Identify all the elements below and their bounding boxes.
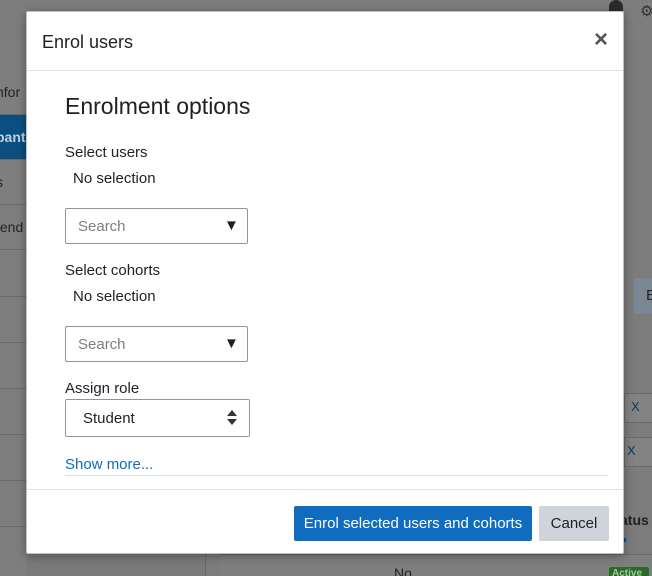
assign-role-label: Assign role [65,380,140,397]
dialog-header: Enrol users × [27,12,623,71]
select-cohorts-selection: No selection [73,288,156,305]
background-button: E [634,278,652,314]
select-users-search-input[interactable] [66,209,216,243]
select-users-autocomplete: ▼ [65,208,248,244]
assign-role-selected-value: Student [83,410,135,427]
section-title: Enrolment options [65,93,251,119]
user-icon: ⚙ [640,3,652,20]
dropdown-arrow-icon[interactable]: ▼ [224,336,239,352]
close-icon[interactable]: × [591,28,611,52]
sidebar-item-participants: pant [0,115,26,160]
background-sidebar: nfor pant s tend [0,40,26,576]
sidebar-item [0,298,26,343]
sidebar-item [0,436,26,481]
dialog-title: Enrol users [42,32,134,52]
sidebar-item [0,482,26,527]
filter-remove-icon: X [631,399,640,414]
divider [65,475,608,476]
enrol-users-dialog: Enrol users × Enrolment options Select u… [26,11,624,554]
sidebar-item-info: nfor [0,70,26,115]
dialog-body: Enrolment options Select users No select… [27,71,623,489]
background-column-status: atus [620,512,649,528]
cancel-button[interactable]: Cancel [539,506,609,541]
sidebar-item-s: s [0,160,26,205]
select-cohorts-label: Select cohorts [65,262,161,279]
select-cohorts-search-input[interactable] [66,327,216,361]
select-cohorts-autocomplete: ▼ [65,326,248,362]
select-users-selection: No selection [73,170,156,187]
select-users-label: Select users [65,144,148,161]
show-more-link[interactable]: Show more... [65,456,153,473]
background-row-value: No [394,565,412,576]
dropdown-arrow-icon[interactable]: ▼ [224,218,239,234]
assign-role-select[interactable]: Student [65,399,250,437]
sidebar-item [0,390,26,435]
background-table-row [220,554,652,576]
select-updown-icon [226,409,238,427]
sidebar-item-attendance: tend [0,205,26,250]
sidebar-item [0,252,26,297]
sidebar-item [0,344,26,389]
enrol-selected-button[interactable]: Enrol selected users and cohorts [294,506,532,541]
dialog-footer: Enrol selected users and cohorts Cancel [27,489,623,553]
status-badge: Active [609,567,649,576]
filter-remove-icon: X [627,443,636,458]
